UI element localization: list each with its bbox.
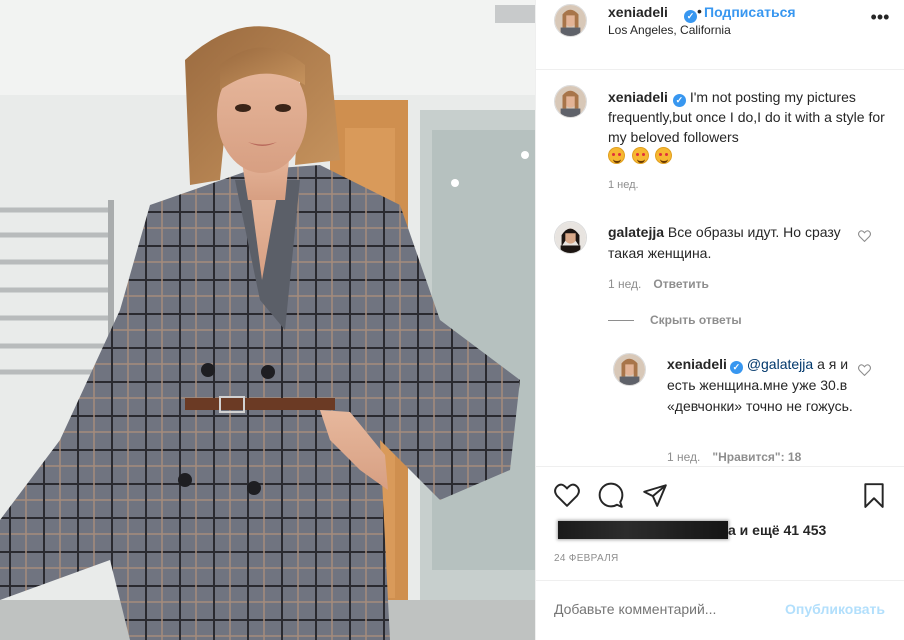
divider-line — [608, 320, 634, 322]
avatar[interactable] — [554, 4, 587, 37]
timestamp[interactable]: 1 нед. — [608, 277, 641, 291]
instagram-post: xeniadeli ✓ • Подписаться Los Angeles, C… — [0, 0, 904, 640]
avatar[interactable] — [613, 353, 646, 386]
reply-meta: 1 нед. "Нравится": 18 — [667, 450, 801, 464]
caption-text: xeniadeli ✓ I'm not posting my pictures f… — [608, 87, 888, 147]
emoji-row — [608, 147, 674, 169]
heart-icon[interactable] — [554, 482, 580, 508]
paper-plane-icon[interactable] — [642, 482, 668, 508]
publish-button[interactable]: Опубликовать — [785, 601, 885, 617]
username-link[interactable]: xeniadeli — [667, 356, 727, 372]
follow-button[interactable]: Подписаться — [704, 4, 796, 20]
timestamp[interactable]: 1 нед. — [667, 450, 700, 464]
action-bar — [536, 466, 904, 526]
username-link[interactable]: xeniadeli — [608, 89, 668, 105]
avatar[interactable] — [554, 85, 587, 118]
add-comment-bar: Опубликовать — [536, 580, 904, 640]
avatar[interactable] — [554, 221, 587, 254]
bookmark-icon[interactable] — [861, 482, 887, 508]
verified-badge-icon: ✓ — [729, 361, 743, 374]
comment-icon[interactable] — [598, 482, 624, 508]
location-link[interactable]: Los Angeles, California — [608, 23, 731, 37]
like-comment-heart-icon[interactable] — [858, 230, 871, 242]
verified-badge-icon: ✓ — [672, 94, 686, 107]
post-photo-illustration — [0, 0, 535, 640]
smiling-face-with-hearts-icon — [655, 147, 673, 164]
post-side-panel: xeniadeli ✓ • Подписаться Los Angeles, C… — [535, 0, 904, 640]
timestamp[interactable]: 1 нед. — [608, 179, 639, 191]
reply-likes-count[interactable]: "Нравится": 18 — [712, 450, 801, 464]
verified-badge-icon: ✓ — [681, 5, 697, 23]
more-horizontal-icon[interactable]: ••• — [869, 8, 891, 30]
post-header: xeniadeli ✓ • Подписаться Los Angeles, C… — [536, 0, 904, 70]
username-link[interactable]: galatejja — [608, 224, 664, 240]
redacted-username-block — [558, 521, 728, 539]
comment-text: galatejja Все образы идут. Но сразу така… — [608, 222, 858, 264]
comments-list[interactable]: xeniadeli ✓ I'm not posting my pictures f… — [536, 71, 904, 466]
smiling-face-with-hearts-icon — [631, 147, 649, 164]
post-date[interactable]: 24 ФЕВРАЛЯ — [554, 553, 619, 564]
smiling-face-with-hearts-icon — [608, 147, 625, 164]
comment-input[interactable] — [554, 601, 774, 617]
likes-count-text: а и ещё 41 453 — [728, 522, 827, 538]
hide-replies-label: Скрыть ответы — [650, 313, 742, 327]
reply-button[interactable]: Ответить — [653, 277, 708, 291]
post-photo[interactable] — [0, 0, 535, 640]
like-comment-heart-icon[interactable] — [858, 364, 871, 376]
username-link[interactable]: xeniadeli — [608, 4, 668, 20]
separator-dot: • — [697, 3, 702, 19]
reply-text: xeniadeli ✓ @galatejja а я и есть женщина… — [667, 354, 857, 417]
likes-summary[interactable]: а и ещё 41 453 — [558, 519, 826, 541]
comment-meta: 1 нед. Ответить — [608, 277, 709, 291]
mention-link[interactable]: @galatejja — [747, 356, 813, 372]
hide-replies-button[interactable]: Скрыть ответы — [608, 313, 742, 327]
